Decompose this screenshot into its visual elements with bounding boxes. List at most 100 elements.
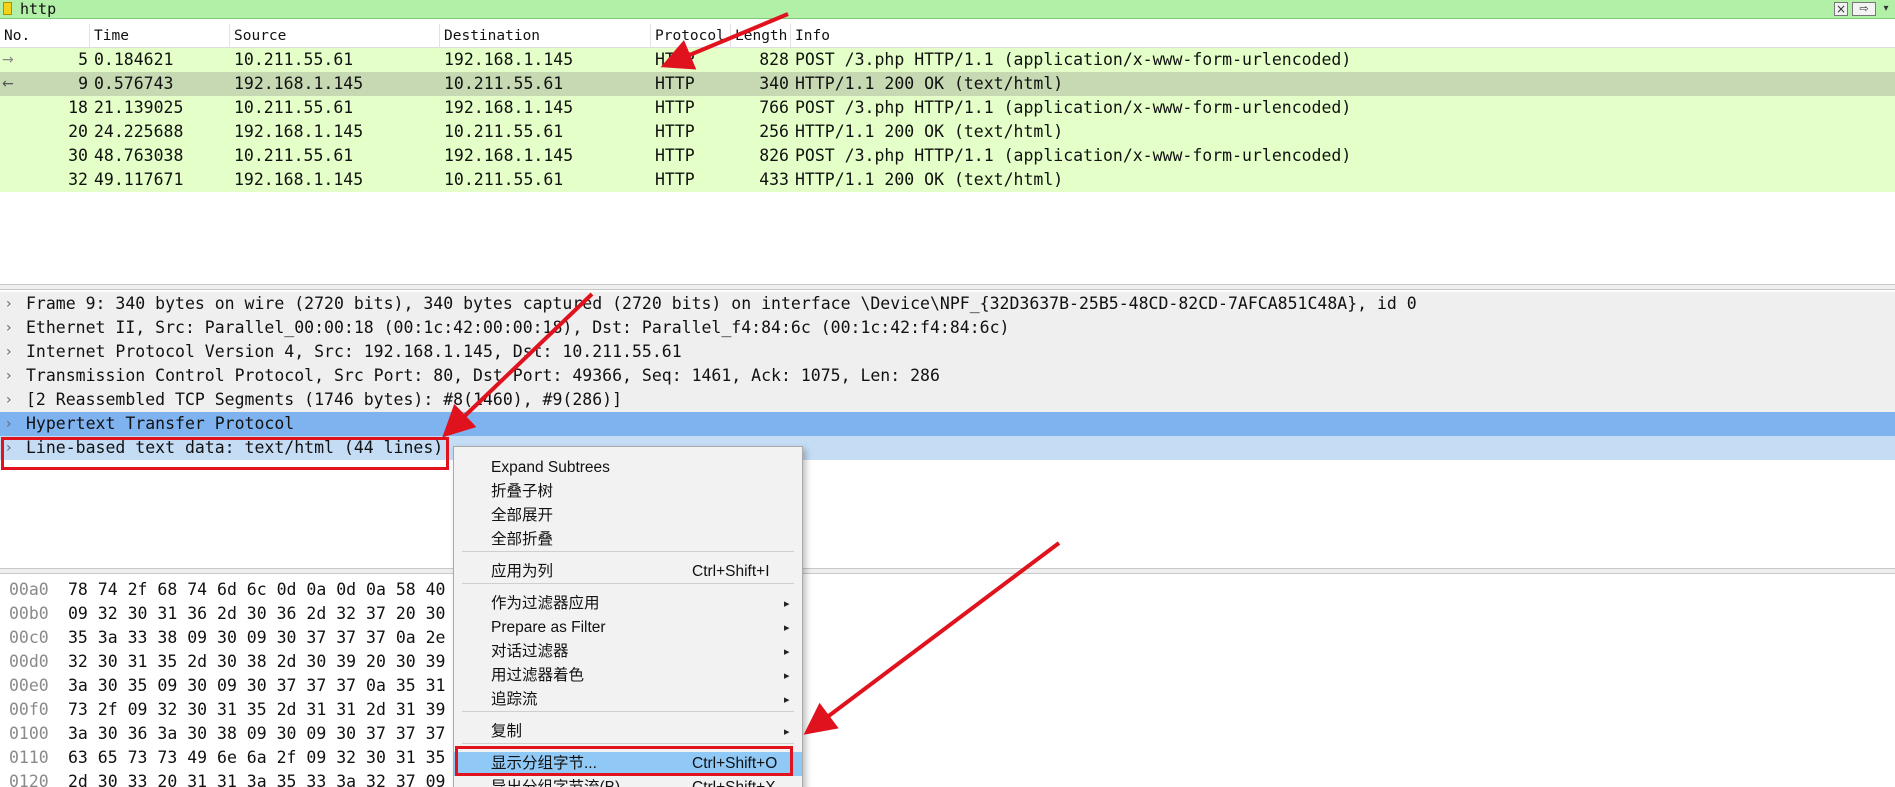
bytes-offset: 0110 (9, 748, 49, 767)
cell-source: 10.211.55.61 (234, 146, 354, 165)
pane-splitter-top[interactable] (0, 284, 1895, 290)
cell-info: HTTP/1.1 200 OK (text/html) (795, 170, 1064, 189)
column-header-protocol[interactable]: Protocol (651, 24, 731, 48)
bytes-hex: 2d 30 33 20 31 31 3a 35 33 3a 32 37 09 (68, 772, 446, 787)
details-empty-area (0, 460, 1895, 568)
column-header-destination[interactable]: Destination (440, 24, 651, 48)
bytes-row[interactable]: 0110 63 65 73 73 49 6e 6a 2f 09 32 30 31 … (0, 746, 1895, 770)
bytes-offset: 0100 (9, 724, 49, 743)
menu-item-label: 复制 (491, 723, 523, 740)
menu-separator (462, 743, 794, 744)
column-header-no[interactable]: No. (0, 24, 90, 48)
menu-item-label: 对话过滤器 (491, 643, 569, 660)
apply-filter-icon[interactable]: ⇨ (1852, 2, 1876, 16)
menu-item-label: Prepare as Filter (491, 619, 606, 636)
detail-tree-item[interactable]: › Hypertext Transfer Protocol (0, 412, 1895, 436)
detail-tree-item[interactable]: › Internet Protocol Version 4, Src: 192.1… (0, 340, 1895, 364)
bytes-offset: 00a0 (9, 580, 49, 599)
context-menu-item[interactable]: 用过滤器着色 ▸ (454, 664, 802, 688)
bytes-hex: 73 2f 09 32 30 31 35 2d 31 31 2d 31 39 (68, 700, 446, 719)
cell-destination: 192.168.1.145 (444, 50, 574, 69)
cell-destination: 10.211.55.61 (444, 170, 564, 189)
cell-no: 18 (68, 98, 88, 117)
detail-tree-item[interactable]: › Transmission Control Protocol, Src Port… (0, 364, 1895, 388)
menu-separator (462, 711, 794, 712)
context-menu-item[interactable]: 折叠子树 (454, 480, 802, 504)
bytes-offset: 00b0 (9, 604, 49, 623)
context-menu-item[interactable]: 作为过滤器应用 ▸ (454, 592, 802, 616)
pane-splitter-bottom[interactable] (0, 568, 1895, 574)
expand-chevron-icon[interactable]: › (6, 412, 20, 436)
bytes-row[interactable]: 0120 2d 30 33 20 31 31 3a 35 33 3a 32 37 … (0, 770, 1895, 787)
context-menu-item[interactable]: 对话过滤器 ▸ (454, 640, 802, 664)
packet-row[interactable]: 30 48.763038 10.211.55.61 192.168.1.145 HTTP… (0, 144, 1895, 168)
context-menu-item[interactable]: 追踪流 ▸ (454, 688, 802, 712)
annotation-box-line-based-text (1, 437, 449, 470)
expand-chevron-icon[interactable]: › (6, 388, 20, 412)
cell-protocol: HTTP (655, 50, 695, 69)
expand-chevron-icon[interactable]: › (6, 316, 20, 340)
packet-row[interactable]: 18 21.139025 10.211.55.61 192.168.1.145 HTTP… (0, 96, 1895, 120)
cell-protocol: HTTP (655, 98, 695, 117)
menu-item-label: 导出分组字节流(B)... (491, 776, 633, 787)
cell-source: 10.211.55.61 (234, 50, 354, 69)
menu-item-label: 作为过滤器应用 (491, 595, 600, 612)
cell-info: POST /3.php HTTP/1.1 (application/x-www-… (795, 146, 1352, 165)
cell-time: 21.139025 (94, 98, 184, 117)
bytes-row[interactable]: 00d0 32 30 31 35 2d 30 38 2d 30 39 20 30 … (0, 650, 1895, 674)
context-menu-item[interactable]: 复制 ▸ (454, 720, 802, 744)
cell-destination: 10.211.55.61 (444, 122, 564, 141)
context-menu-item[interactable]: 导出分组字节流(B)... Ctrl+Shift+X (454, 776, 802, 787)
context-menu-item[interactable]: Expand Subtrees (454, 456, 802, 480)
expand-chevron-icon[interactable]: › (6, 364, 20, 388)
detail-tree-item[interactable]: › [2 Reassembled TCP Segments (1746 bytes… (0, 388, 1895, 412)
context-menu-item[interactable]: 全部折叠 (454, 528, 802, 552)
column-header-info[interactable]: Info (791, 24, 1895, 48)
display-filter-bar[interactable]: http × ⇨ ▾ (0, 0, 1895, 19)
filter-history-dropdown-icon[interactable]: ▾ (1879, 2, 1893, 16)
bytes-row[interactable]: 00f0 73 2f 09 32 30 31 35 2d 31 31 2d 31 … (0, 698, 1895, 722)
clear-filter-icon[interactable]: × (1834, 2, 1848, 16)
cell-source: 10.211.55.61 (234, 98, 354, 117)
packet-row[interactable]: → 5 0.184621 10.211.55.61 192.168.1.145 HTTP 8… (0, 48, 1895, 72)
cell-protocol: HTTP (655, 122, 695, 141)
bytes-hex: 3a 30 35 09 30 09 30 37 37 37 0a 35 31 (68, 676, 446, 695)
menu-item-label: Expand Subtrees (491, 459, 610, 476)
submenu-arrow-icon: ▸ (784, 645, 790, 658)
packet-list-header: No. Time Source Destination Protocol Len… (0, 24, 1895, 48)
context-menu-item[interactable]: 应用为列 Ctrl+Shift+I (454, 560, 802, 584)
bytes-row[interactable]: 00b0 09 32 30 31 36 2d 30 36 2d 32 37 20 … (0, 602, 1895, 626)
cell-length: 433 (759, 170, 789, 189)
detail-tree-label: [2 Reassembled TCP Segments (1746 bytes)… (26, 390, 623, 409)
annotation-box-show-packet-bytes (455, 746, 793, 776)
packet-row[interactable]: 32 49.117671 192.168.1.145 10.211.55.61 HTTP… (0, 168, 1895, 192)
cell-source: 192.168.1.145 (234, 170, 364, 189)
expand-chevron-icon[interactable]: › (6, 292, 20, 316)
detail-tree-item[interactable]: › Frame 9: 340 bytes on wire (2720 bits),… (0, 292, 1895, 316)
packet-row[interactable]: 20 24.225688 192.168.1.145 10.211.55.61 HTTP… (0, 120, 1895, 144)
cell-source: 192.168.1.145 (234, 74, 364, 93)
bytes-offset: 00f0 (9, 700, 49, 719)
filter-bookmark-icon[interactable] (3, 2, 12, 15)
column-header-length[interactable]: Length (731, 24, 791, 48)
expand-chevron-icon[interactable]: › (6, 340, 20, 364)
menu-item-label: 折叠子树 (491, 483, 554, 500)
menu-separator (462, 583, 794, 584)
context-menu-item[interactable]: Prepare as Filter ▸ (454, 616, 802, 640)
bytes-row[interactable]: 00c0 35 3a 33 38 09 30 09 30 37 37 37 0a … (0, 626, 1895, 650)
cell-length: 766 (759, 98, 789, 117)
menu-item-label: 用过滤器着色 (491, 667, 585, 684)
cell-source: 192.168.1.145 (234, 122, 364, 141)
column-header-time[interactable]: Time (90, 24, 230, 48)
filter-input[interactable]: http (20, 0, 56, 19)
bytes-row[interactable]: 0100 3a 30 36 3a 30 38 09 30 09 30 37 37 … (0, 722, 1895, 746)
menu-item-label: 全部展开 (491, 507, 554, 524)
detail-tree-item[interactable]: › Ethernet II, Src: Parallel_00:00:18 (00… (0, 316, 1895, 340)
bytes-row[interactable]: 00e0 3a 30 35 09 30 09 30 37 37 37 0a 35 … (0, 674, 1895, 698)
column-header-source[interactable]: Source (230, 24, 440, 48)
submenu-arrow-icon: ▸ (784, 693, 790, 706)
packet-row[interactable]: ← 9 0.576743 192.168.1.145 10.211.55.61 HTTP 3… (0, 72, 1895, 96)
context-menu-item[interactable]: 全部展开 (454, 504, 802, 528)
detail-tree-label: Ethernet II, Src: Parallel_00:00:18 (00:… (26, 318, 1010, 337)
bytes-row[interactable]: 00a0 78 74 2f 68 74 6d 6c 0d 0a 0d 0a 58 … (0, 578, 1895, 602)
